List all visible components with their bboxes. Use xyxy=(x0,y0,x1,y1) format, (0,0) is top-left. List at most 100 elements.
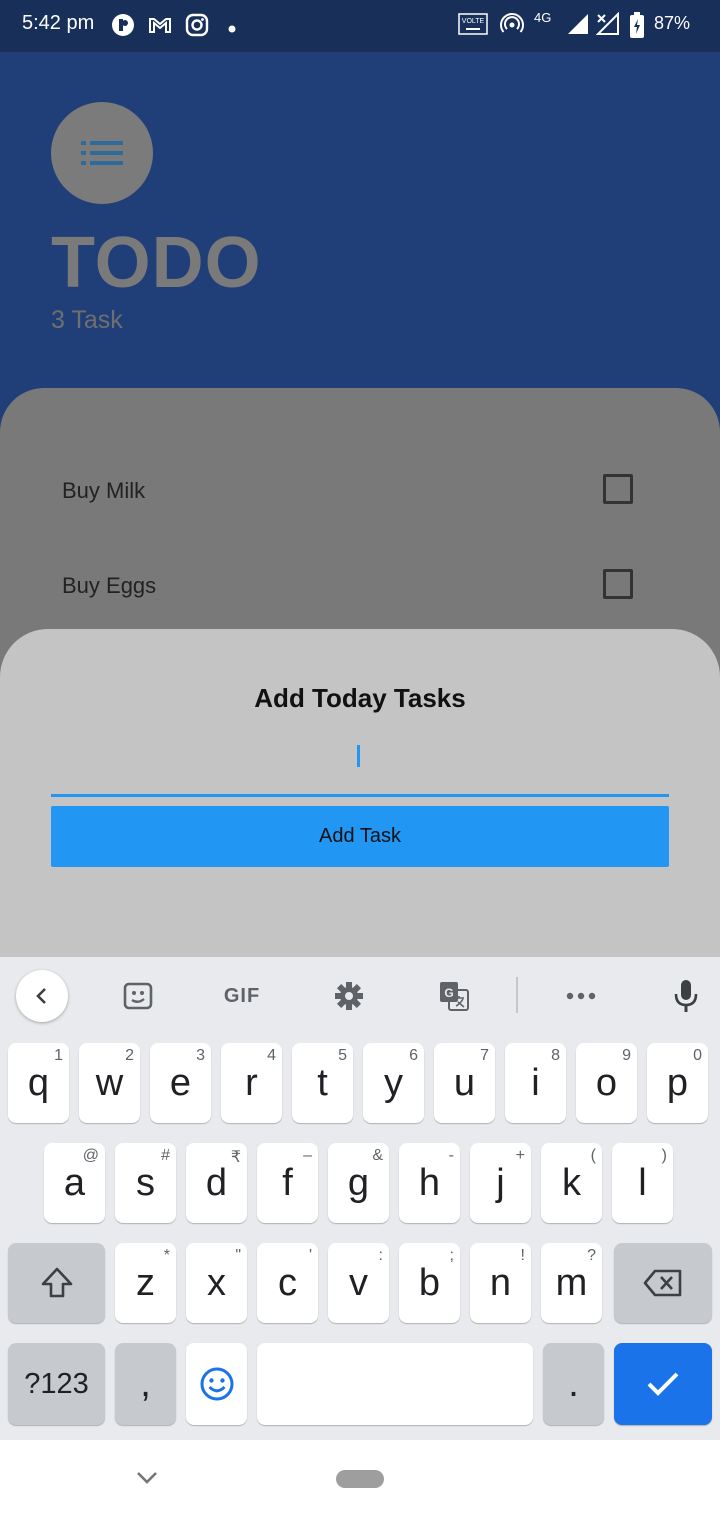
task-label: Buy Eggs xyxy=(62,573,157,598)
key-v[interactable]: v: xyxy=(328,1243,389,1323)
settings-button[interactable] xyxy=(324,971,374,1021)
volte-label: VOLTE xyxy=(462,18,485,25)
keyboard-back-button[interactable] xyxy=(16,970,68,1022)
key-hint: @ xyxy=(82,1147,99,1164)
key-letter: b xyxy=(418,1261,441,1304)
key-w[interactable]: w2 xyxy=(79,1043,140,1123)
task-row[interactable]: Buy Eggs xyxy=(62,567,662,607)
task-row[interactable]: Buy Milk xyxy=(62,472,662,512)
navigation-bar xyxy=(0,1440,720,1520)
sticker-icon xyxy=(123,982,153,1010)
key-letter: p xyxy=(666,1061,689,1104)
key-letter: j xyxy=(496,1161,505,1204)
key-hint: 6 xyxy=(409,1047,418,1064)
task-label: Buy Milk xyxy=(62,478,146,503)
key-letter: z xyxy=(136,1261,155,1304)
key-hint: 4 xyxy=(267,1047,276,1064)
backspace-key[interactable] xyxy=(614,1243,712,1323)
key-letter: c xyxy=(278,1261,297,1304)
symbols-key[interactable]: ?123 xyxy=(8,1343,105,1425)
list-icon xyxy=(81,138,123,173)
key-letter: a xyxy=(63,1161,86,1204)
key-hint: ! xyxy=(520,1247,525,1264)
key-p[interactable]: p0 xyxy=(647,1043,708,1123)
key-r[interactable]: r4 xyxy=(221,1043,282,1123)
key-hint: ? xyxy=(587,1247,596,1264)
key-k[interactable]: k( xyxy=(541,1143,602,1223)
key-letter: i xyxy=(531,1061,540,1104)
key-hint: 0 xyxy=(693,1047,702,1064)
key-hint: ) xyxy=(661,1147,667,1164)
key-i[interactable]: i8 xyxy=(505,1043,566,1123)
key-d[interactable]: d ₹ xyxy=(186,1143,247,1223)
key-letter: n xyxy=(489,1261,512,1304)
key-u[interactable]: u7 xyxy=(434,1043,495,1123)
key-q[interactable]: q1 xyxy=(8,1043,69,1123)
key-hint: : xyxy=(378,1247,383,1264)
status-time: 5:42 pm xyxy=(22,12,95,34)
more-options-button[interactable] xyxy=(556,971,606,1021)
voice-input-button[interactable] xyxy=(661,971,711,1021)
key-a[interactable]: a @ xyxy=(44,1143,105,1223)
emoji-key[interactable] xyxy=(186,1343,247,1425)
shift-key[interactable] xyxy=(8,1243,105,1323)
key-letter: v xyxy=(349,1261,368,1304)
key-h[interactable]: h- xyxy=(399,1143,460,1223)
task-input[interactable] xyxy=(51,733,669,797)
gear-icon xyxy=(335,982,363,1010)
battery-charging-icon xyxy=(630,12,644,43)
key-hint: * xyxy=(163,1247,170,1264)
translate-button[interactable]: G xyxy=(429,971,479,1021)
key-letter: e xyxy=(169,1061,192,1104)
task-count: 3 Task xyxy=(51,306,123,334)
key-m[interactable]: m? xyxy=(541,1243,602,1323)
key-b[interactable]: b; xyxy=(399,1243,460,1323)
key-hint: ' xyxy=(308,1247,312,1264)
key-letter: r xyxy=(245,1061,258,1104)
network-type-4g: 4G xyxy=(534,10,552,25)
keyboard-toolbar: GIF G xyxy=(0,957,720,1033)
key-t[interactable]: t5 xyxy=(292,1043,353,1123)
key-z[interactable]: z * xyxy=(115,1243,176,1323)
add-task-button[interactable]: Add Task xyxy=(51,806,669,867)
key-letter: h xyxy=(418,1161,441,1204)
key-s[interactable]: s # xyxy=(115,1143,176,1223)
key-n[interactable]: n! xyxy=(470,1243,531,1323)
key-y[interactable]: y6 xyxy=(363,1043,424,1123)
sticker-button[interactable] xyxy=(113,971,163,1021)
key-hint: 7 xyxy=(480,1047,489,1064)
key-l[interactable]: l) xyxy=(612,1143,673,1223)
task-checkbox[interactable] xyxy=(603,474,633,504)
key-e[interactable]: e3 xyxy=(150,1043,211,1123)
key-x[interactable]: x " xyxy=(186,1243,247,1323)
key-hint: 8 xyxy=(551,1047,560,1064)
translate-icon: G xyxy=(440,982,469,1011)
key-g[interactable]: g & xyxy=(328,1143,389,1223)
key-hint: " xyxy=(235,1247,241,1264)
hide-keyboard-button[interactable] xyxy=(134,1466,160,1493)
key-letter: g xyxy=(347,1161,370,1204)
key-letter: f xyxy=(282,1161,293,1204)
key-letter: t xyxy=(317,1061,328,1104)
key-o[interactable]: o9 xyxy=(576,1043,637,1123)
task-checkbox[interactable] xyxy=(603,569,633,599)
key-hint: - xyxy=(448,1147,454,1164)
key-c[interactable]: c ' xyxy=(257,1243,318,1323)
period-key[interactable]: . xyxy=(543,1343,604,1425)
gmail-icon xyxy=(147,12,173,43)
key-letter: y xyxy=(384,1061,403,1104)
key-letter: l xyxy=(638,1161,647,1204)
text-cursor xyxy=(357,745,360,767)
gif-button[interactable]: GIF xyxy=(217,971,267,1021)
app-notification-icon xyxy=(110,12,136,43)
key-letter: x xyxy=(207,1261,226,1304)
space-key[interactable] xyxy=(257,1343,533,1425)
key-hint: ( xyxy=(590,1147,596,1164)
key-letter: o xyxy=(595,1061,618,1104)
enter-key[interactable] xyxy=(614,1343,712,1425)
comma-key[interactable]: , xyxy=(115,1343,176,1425)
key-j[interactable]: j + xyxy=(470,1143,531,1223)
key-f[interactable]: f – xyxy=(257,1143,318,1223)
home-gesture-pill[interactable] xyxy=(336,1470,384,1488)
more-notifications-dot-icon xyxy=(228,20,236,38)
